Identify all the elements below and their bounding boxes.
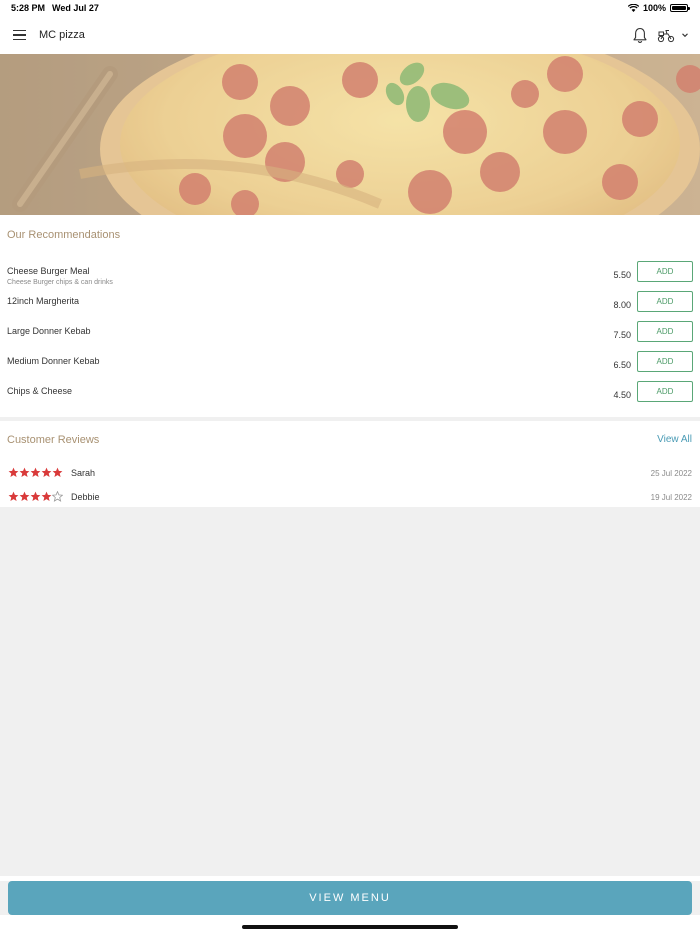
item-price: 6.50: [613, 360, 631, 370]
item-name: 12inch Margherita: [7, 296, 80, 306]
star-filled-icon: [19, 491, 30, 501]
status-date: Wed Jul 27: [52, 3, 99, 13]
menu-item: Large Donner Kebab 7.50 ADD: [0, 321, 700, 356]
star-filled-icon: [30, 491, 41, 501]
review-row: Sarah 25 Jul 2022: [0, 467, 700, 483]
add-button[interactable]: ADD: [637, 321, 693, 342]
battery-icon: [670, 4, 690, 12]
menu-item: Medium Donner Kebab 6.50 ADD: [0, 351, 700, 386]
add-button[interactable]: ADD: [637, 351, 693, 372]
pepperoni-pizza-photo: [0, 54, 700, 215]
star-filled-icon: [19, 467, 30, 477]
item-price: 8.00: [613, 300, 631, 310]
star-filled-icon: [41, 467, 52, 477]
star-rating: [8, 491, 63, 502]
item-description: Cheese Burger chips & can drinks: [7, 279, 113, 286]
add-button[interactable]: ADD: [637, 261, 693, 282]
bell-icon[interactable]: [632, 27, 648, 44]
page-title: MC pizza: [39, 29, 85, 41]
recommendations-section: Our Recommendations Cheese Burger Meal C…: [0, 215, 700, 417]
chevron-down-icon[interactable]: [680, 30, 690, 40]
item-name: Cheese Burger Meal: [7, 266, 90, 276]
star-filled-icon: [8, 491, 19, 501]
header: MC pizza: [0, 16, 700, 54]
battery-percent: 100%: [642, 3, 666, 13]
status-time: 5:28 PM: [11, 3, 46, 13]
reviews-section: Customer Reviews View All Sarah 25 Jul 2…: [0, 421, 700, 507]
add-button[interactable]: ADD: [637, 381, 693, 402]
add-button[interactable]: ADD: [637, 291, 693, 312]
delivery-scooter-icon[interactable]: [657, 28, 675, 43]
menu-item: Cheese Burger Meal Cheese Burger chips &…: [0, 261, 700, 296]
review-date: 25 Jul 2022: [650, 469, 692, 478]
menu-item: Chips & Cheese 4.50 ADD: [0, 381, 700, 416]
star-filled-icon: [41, 491, 52, 501]
view-all-link[interactable]: View All: [657, 434, 692, 445]
menu-item: 12inch Margherita 8.00 ADD: [0, 291, 700, 326]
item-price: 7.50: [613, 330, 631, 340]
reviewer-name: Debbie: [71, 492, 100, 502]
item-name: Medium Donner Kebab: [7, 356, 100, 366]
wifi-icon: [627, 4, 639, 12]
home-indicator[interactable]: [242, 925, 458, 929]
star-filled-icon: [30, 467, 41, 477]
status-bar: 5:28 PM Wed Jul 27 100%: [0, 0, 700, 16]
star-filled-icon: [8, 467, 19, 477]
review-row: Debbie 19 Jul 2022: [0, 491, 700, 507]
review-date: 19 Jul 2022: [650, 493, 692, 502]
item-name: Chips & Cheese: [7, 386, 73, 396]
reviewer-name: Sarah: [71, 468, 96, 478]
recommendations-title: Our Recommendations: [7, 229, 121, 241]
item-price: 5.50: [613, 270, 631, 280]
reviews-title: Customer Reviews: [7, 434, 100, 446]
status-right: 100%: [627, 3, 690, 13]
home-bar: [0, 915, 700, 934]
item-price: 4.50: [613, 390, 631, 400]
star-empty-icon: [52, 491, 63, 502]
star-rating: [8, 467, 63, 478]
hamburger-menu-icon[interactable]: [13, 30, 26, 40]
view-menu-button[interactable]: VIEW MENU: [8, 881, 692, 915]
hero-banner: [0, 54, 700, 215]
item-name: Large Donner Kebab: [7, 326, 91, 336]
star-filled-icon: [52, 467, 63, 477]
